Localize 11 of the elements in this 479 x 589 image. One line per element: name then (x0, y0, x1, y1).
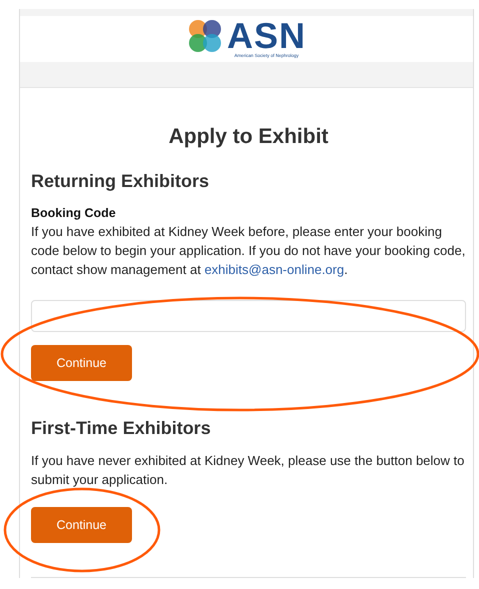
logo-wordmark: ASN (226, 19, 306, 53)
instructions-text: If you have never exhibited at Kidney Week, please use the button below to submit your application. (31, 452, 466, 489)
section-heading: First-Time Exhibitors (31, 418, 212, 439)
section-heading: Returning Exhibitors (31, 171, 210, 192)
page-title: Apply to Exhibit (168, 125, 330, 149)
continue-button[interactable]: Continue (31, 507, 132, 543)
continue-button[interactable]: Continue (31, 345, 132, 381)
field-label: Booking Code (31, 205, 117, 222)
instructions-text: If you have exhibited at Kidney Week before, please enter your booking code below to begin your application. If you do not have your booking code, contact show management at exhibits@asn-online.org. (31, 223, 466, 279)
email-link[interactable]: exhibits@asn-online.org (204, 262, 344, 277)
booking-code-field[interactable] (31, 300, 466, 332)
